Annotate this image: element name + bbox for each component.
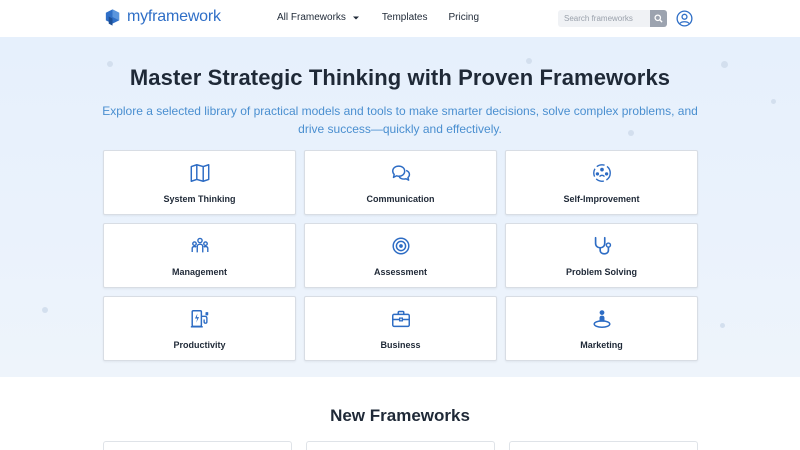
- category-label: Business: [380, 340, 421, 350]
- search-icon: [654, 14, 663, 23]
- self-improvement-icon: [592, 164, 611, 182]
- category-label: Communication: [366, 194, 435, 204]
- category-grid: System Thinking Communication Self-Impro…: [103, 150, 698, 361]
- category-label: Marketing: [580, 340, 623, 350]
- category-card-assessment[interactable]: Assessment: [304, 223, 497, 288]
- charging-station-icon: [190, 310, 208, 328]
- decorative-dot: [720, 323, 725, 328]
- category-card-communication[interactable]: Communication: [304, 150, 497, 215]
- category-label: Self-Improvement: [563, 194, 640, 204]
- nav-templates[interactable]: Templates: [382, 12, 428, 23]
- stethoscope-icon: [594, 236, 611, 255]
- logo[interactable]: myframework: [103, 7, 221, 27]
- top-nav-bar: myframework All Frameworks Templates Pri…: [0, 0, 800, 37]
- framework-card[interactable]: [306, 441, 495, 450]
- search-box: [558, 10, 667, 27]
- category-label: System Thinking: [163, 194, 236, 204]
- nav-pricing[interactable]: Pricing: [448, 12, 479, 23]
- category-card-marketing[interactable]: Marketing: [505, 296, 698, 361]
- category-label: Productivity: [173, 340, 226, 350]
- hero-section: Master Strategic Thinking with Proven Fr…: [0, 37, 800, 377]
- category-card-problem-solving[interactable]: Problem Solving: [505, 223, 698, 288]
- decorative-dot: [771, 99, 776, 104]
- category-card-system-thinking[interactable]: System Thinking: [103, 150, 296, 215]
- search-button[interactable]: [650, 10, 667, 27]
- main-nav: All Frameworks Templates Pricing: [277, 12, 479, 23]
- category-label: Problem Solving: [565, 267, 637, 277]
- decorative-dot: [42, 307, 48, 313]
- category-card-productivity[interactable]: Productivity: [103, 296, 296, 361]
- nav-all-frameworks[interactable]: All Frameworks: [277, 12, 360, 23]
- hero-title: Master Strategic Thinking with Proven Fr…: [129, 65, 671, 90]
- new-frameworks-title: New Frameworks: [330, 406, 470, 425]
- nav-pricing-label: Pricing: [448, 12, 480, 23]
- category-card-self-improvement[interactable]: Self-Improvement: [505, 150, 698, 215]
- logo-text: myframework: [127, 8, 221, 25]
- person-pin-icon: [592, 310, 611, 328]
- user-circle-icon[interactable]: [676, 10, 693, 27]
- framework-card[interactable]: [509, 441, 698, 450]
- category-card-management[interactable]: Management: [103, 223, 296, 288]
- logo-icon: [105, 8, 120, 26]
- decorative-dot: [526, 58, 532, 64]
- framework-card[interactable]: [103, 441, 292, 450]
- nav-templates-label: Templates: [381, 12, 428, 23]
- map-icon: [190, 164, 209, 182]
- search-input[interactable]: [558, 10, 650, 27]
- nav-all-frameworks-label: All Frameworks: [277, 12, 346, 23]
- team-icon: [191, 237, 208, 253]
- chevron-down-icon: [352, 16, 359, 19]
- category-label: Management: [171, 267, 227, 277]
- chat-bubbles-icon: [391, 165, 410, 181]
- hero-subtitle: Explore a selected library of practical …: [102, 104, 698, 136]
- briefcase-icon: [391, 310, 410, 328]
- category-card-business[interactable]: Business: [304, 296, 497, 361]
- target-icon: [391, 237, 410, 255]
- category-label: Assessment: [373, 267, 428, 277]
